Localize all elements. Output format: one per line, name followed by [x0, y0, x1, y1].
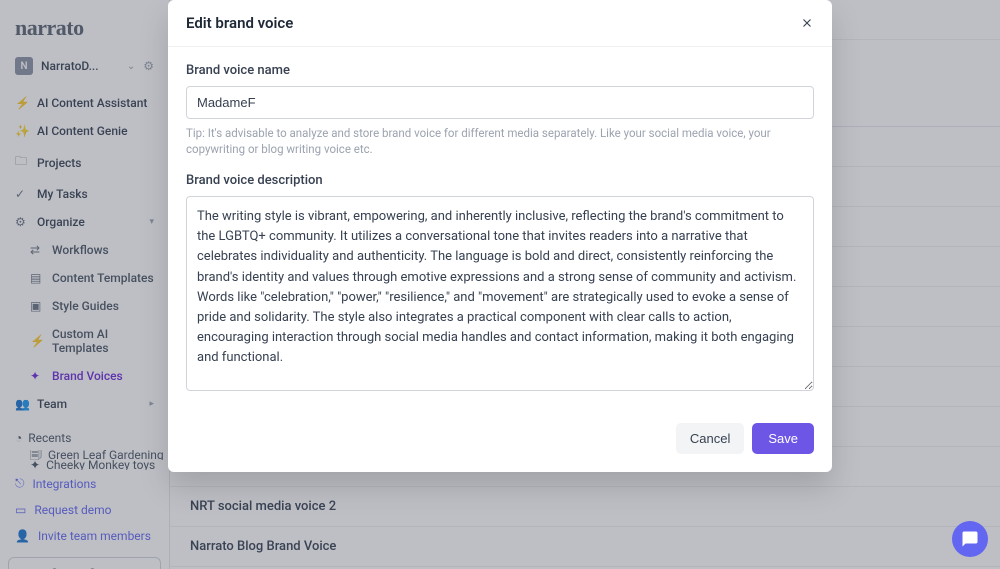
cancel-button[interactable]: Cancel [676, 423, 744, 454]
desc-label: Brand voice description [186, 173, 814, 188]
brand-voice-name-input[interactable] [186, 86, 814, 119]
name-label: Brand voice name [186, 63, 814, 78]
modal-title: Edit brand voice [186, 14, 293, 32]
edit-brand-voice-modal: Edit brand voice Brand voice name Tip: I… [168, 0, 832, 472]
brand-voice-description-input[interactable] [186, 196, 814, 391]
save-button[interactable]: Save [752, 423, 814, 454]
modal-overlay: Edit brand voice Brand voice name Tip: I… [0, 0, 1000, 569]
tip-text: Tip: It's advisable to analyze and store… [186, 125, 814, 157]
close-icon[interactable] [800, 16, 814, 30]
chat-widget-icon[interactable] [952, 521, 988, 557]
